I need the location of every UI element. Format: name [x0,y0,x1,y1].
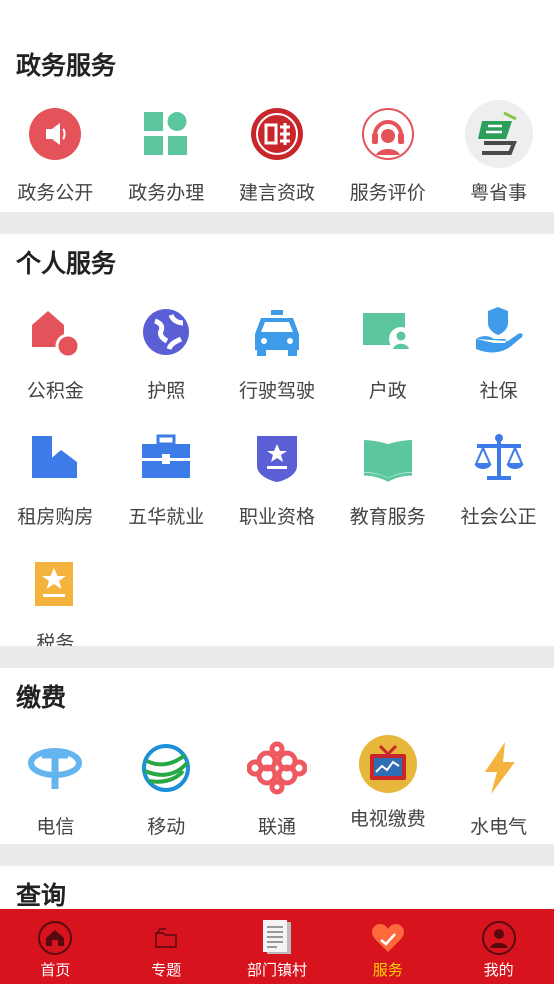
service-item-rent-buy[interactable]: 租房购房 [0,426,111,529]
heart-icon [370,920,406,956]
payment-item-unicom[interactable]: 联通 [222,736,333,839]
service-item-gov-handle[interactable]: 政务办理 [111,102,222,205]
payment-item-tv[interactable]: 电视缴费 [332,735,443,839]
service-label: 行驶驾驶 [238,380,315,402]
badge-star-icon [245,426,309,490]
taxi-icon [245,300,309,364]
china-mobile-icon [134,736,198,800]
service-label: 护照 [147,380,186,402]
house-icon [23,426,87,490]
tab-home[interactable]: 首页 [0,909,111,984]
china-unicom-icon [245,736,309,800]
service-item-gov-open[interactable]: 政务公开 [0,102,111,205]
section-gov: 政务服务 政务公开 政务办理 建言资政 服务评价 粤省事 [0,0,554,212]
folder-icon [148,920,184,956]
service-label: 教育服务 [349,506,426,528]
payment-label: 联通 [257,816,296,838]
service-label: 政务办理 [128,182,205,204]
section-title-query: 查询 [16,881,67,909]
service-item-tax[interactable]: 税务 [0,552,111,655]
section-title-payment: 缴费 [16,683,67,712]
id-card-icon [356,300,420,364]
section-personal: 个人服务 公积金 护照 行驶驾驶 户政 社保 租房购房 五华就业 职业资格 教育… [0,234,554,654]
tab-label: 专题 [151,961,182,979]
china-telecom-icon [23,736,87,800]
headset-agent-icon [356,102,420,166]
payment-item-utilities[interactable]: 水电气 [443,736,554,839]
service-label: 五华就业 [128,506,205,528]
section-title-gov: 政务服务 [16,51,117,80]
tab-departments[interactable]: 部门镇村 [222,909,333,984]
book-icon [356,426,420,490]
section-divider [0,844,554,866]
payment-item-mobile[interactable]: 移动 [111,736,222,839]
service-item-gov-yue[interactable]: 粤省事 [443,99,554,205]
service-label: 公积金 [26,380,84,402]
bottom-tab-bar: 首页 专题 部门镇村 服务 我的 [0,909,554,984]
section-divider [0,646,554,668]
tab-topics[interactable]: 专题 [111,909,222,984]
tab-label: 我的 [483,961,514,979]
section-query: 查询 [0,866,554,909]
service-label: 职业资格 [238,506,315,528]
payment-label: 电信 [36,816,75,838]
service-label: 社会公正 [460,506,537,528]
tab-services[interactable]: 服务 [332,909,443,984]
section-divider [0,212,554,234]
payment-item-telecom[interactable]: 电信 [0,736,111,839]
payment-label: 水电气 [470,816,528,838]
suggestion-seal-icon [245,102,309,166]
housing-fund-icon [23,300,87,364]
service-label: 租房购房 [17,506,94,528]
service-label: 社保 [479,380,518,402]
service-item-employment[interactable]: 五华就业 [111,426,222,529]
service-item-housing-fund[interactable]: 公积金 [0,300,111,403]
service-item-justice[interactable]: 社会公正 [443,426,554,529]
service-label: 户政 [368,380,407,402]
tab-label: 部门镇村 [246,961,307,979]
service-label: 服务评价 [349,182,426,204]
service-label: 建言资政 [238,182,315,204]
payment-label: 移动 [147,816,186,838]
hand-person-icon [467,300,531,364]
tab-label: 服务 [372,961,403,979]
tax-star-icon [23,552,87,616]
service-item-passport[interactable]: 护照 [111,300,222,403]
tab-label: 首页 [40,961,71,979]
service-item-household[interactable]: 户政 [332,300,443,403]
scales-icon [467,426,531,490]
service-item-gov-suggest[interactable]: 建言资政 [222,102,333,205]
lightning-icon [467,736,531,800]
section-title-personal: 个人服务 [16,249,117,278]
service-item-driving[interactable]: 行驶驾驶 [222,300,333,403]
service-item-education[interactable]: 教育服务 [332,426,443,529]
tab-mine[interactable]: 我的 [443,909,554,984]
tv-icon [356,732,420,796]
payment-label: 电视缴费 [349,808,426,830]
yue-app-icon [464,99,534,169]
section-payment: 缴费 电信 移动 联通 电视缴费 水电气 [0,668,554,844]
service-item-qualification[interactable]: 职业资格 [222,426,333,529]
user-icon [481,920,517,956]
service-label: 政务公开 [17,182,94,204]
service-item-social-security[interactable]: 社保 [443,300,554,403]
grid-apps-icon [134,102,198,166]
speaker-icon [23,102,87,166]
service-label: 粤省事 [470,182,528,204]
document-icon [259,920,295,956]
service-item-gov-rate[interactable]: 服务评价 [332,102,443,205]
home-icon [37,920,73,956]
briefcase-icon [134,426,198,490]
globe-icon [134,300,198,364]
